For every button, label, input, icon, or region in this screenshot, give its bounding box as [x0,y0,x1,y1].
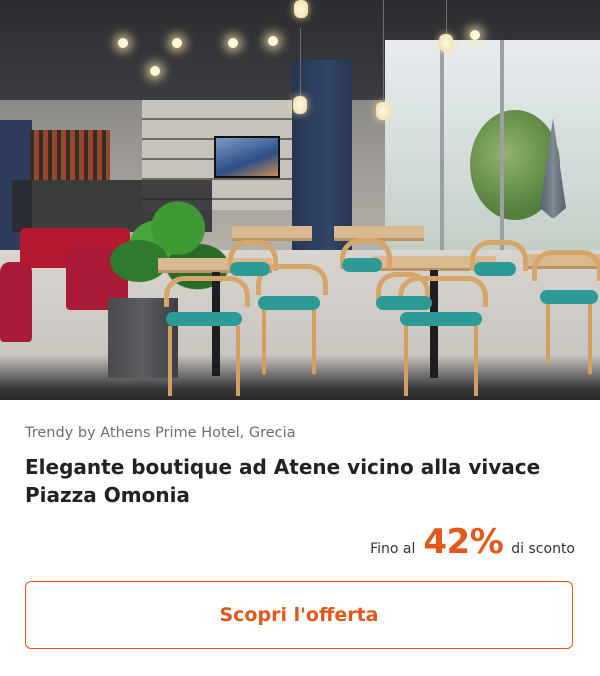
table [232,226,312,241]
bar-shelves [30,130,110,180]
discount-info: Fino al 42% di sconto [370,522,575,562]
chair-seat [540,290,598,304]
chair-leg [546,304,550,364]
hotel-restaurant-photo[interactable] [0,0,600,400]
pendant-lamp [376,102,390,120]
chair-seat [258,296,320,310]
pendant-lamp [439,34,453,52]
ceiling-light [470,30,480,40]
chair [164,276,250,307]
chair-leg [404,326,408,396]
pendant-lamp [294,0,308,18]
pendant-cord [446,0,447,36]
discount-percentage: 42% [423,522,504,562]
red-armchair [0,262,32,342]
chair-leg [262,310,266,374]
ceiling-light [172,38,182,48]
discount-suffix: di sconto [511,541,575,557]
offer-card[interactable]: Trendy by Athens Prime Hotel, Grecia Ele… [0,0,600,676]
chair-leg [588,304,592,374]
chair-seat [342,258,382,272]
discover-offer-button[interactable]: Scopri l'offerta [25,581,573,649]
offer-title[interactable]: Elegante boutique ad Atene vicino alla v… [25,453,585,509]
chair [532,250,600,281]
hotel-name: Trendy by Athens Prime Hotel, Grecia [25,425,296,441]
chair-seat [400,312,482,326]
ceiling-light [150,66,160,76]
chair-seat [230,262,270,276]
chair-seat [474,262,516,276]
pendant-cord [383,0,384,104]
discount-prefix: Fino al [370,541,416,557]
chair-seat [166,312,242,326]
ceiling-light [268,36,278,46]
ceiling-light [228,38,238,48]
tv-screen [214,136,280,178]
chair-leg [474,326,478,396]
chair-leg [312,310,316,374]
chair-leg [236,326,240,396]
chair-leg [168,326,172,396]
ceiling-light [118,38,128,48]
pendant-lamp [293,96,307,114]
pendant-cord [300,28,301,98]
chair-seat [376,296,432,310]
